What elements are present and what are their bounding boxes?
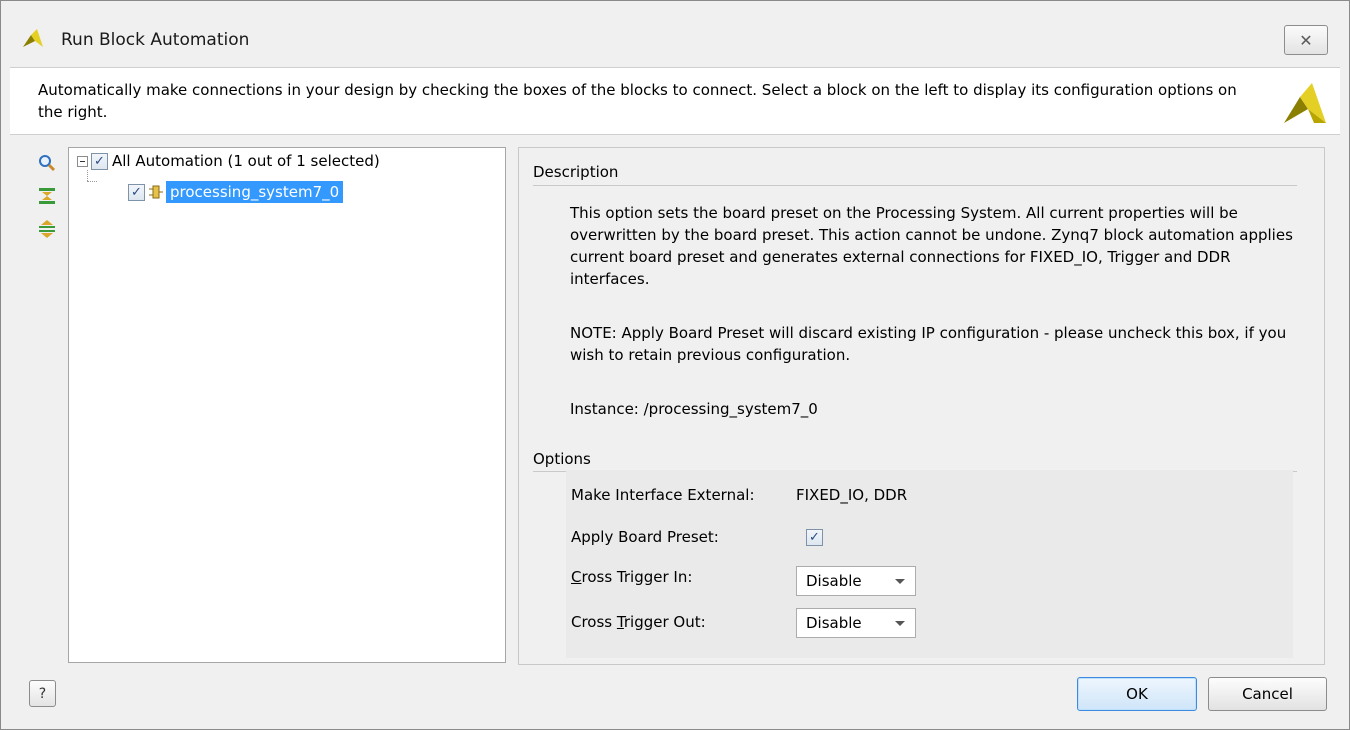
all-automation-checkbox[interactable]: ✓ xyxy=(91,152,108,170)
description-note: NOTE: Apply Board Preset will discard ex… xyxy=(570,324,1287,364)
processing-system-label[interactable]: processing_system7_0 xyxy=(166,181,344,203)
make-external-label: Make Interface External: xyxy=(571,486,755,504)
label-part: ross Trigger In: xyxy=(581,568,693,586)
apply-board-preset-checkbox[interactable]: ✓ xyxy=(806,529,823,546)
help-button[interactable]: ? xyxy=(29,680,56,707)
vivado-banner-logo-icon xyxy=(1284,83,1326,123)
cross-trigger-in-value: Disable xyxy=(806,572,862,590)
checkmark-icon: ✓ xyxy=(809,530,820,545)
cross-trigger-in-label: Cross Trigger In: xyxy=(571,568,692,586)
collapse-toggle-icon[interactable] xyxy=(77,155,88,167)
chevron-down-icon xyxy=(895,579,905,584)
cross-trigger-out-select[interactable]: Disable xyxy=(796,608,916,638)
label-part: Cross xyxy=(571,613,617,631)
apply-preset-label: Apply Board Preset: xyxy=(571,528,719,546)
instruction-banner: Automatically make connections in your d… xyxy=(10,67,1340,135)
divider xyxy=(533,185,1297,186)
title-bar[interactable]: Run Block Automation ✕ xyxy=(1,1,1349,67)
ip-block-icon xyxy=(149,185,163,199)
cancel-label: Cancel xyxy=(1242,685,1293,703)
tree-root-row[interactable]: ✓ All Automation (1 out of 1 selected) xyxy=(77,150,384,172)
collapse-all-icon[interactable] xyxy=(38,187,56,205)
cross-trigger-out-label: Cross Trigger Out: xyxy=(571,613,706,631)
block-tree[interactable]: ✓ All Automation (1 out of 1 selected) ✓… xyxy=(68,147,506,663)
checkmark-icon: ✓ xyxy=(94,153,105,169)
tree-connector xyxy=(87,170,89,181)
make-external-value: FIXED_IO, DDR xyxy=(796,486,908,504)
close-icon: ✕ xyxy=(1299,30,1313,50)
checkmark-icon: ✓ xyxy=(131,184,142,200)
cross-trigger-out-value: Disable xyxy=(806,614,862,632)
ok-button[interactable]: OK xyxy=(1077,677,1197,711)
tree-child-row[interactable]: ✓ processing_system7_0 xyxy=(128,181,344,203)
options-panel: Description This option sets the board p… xyxy=(518,147,1325,665)
processing-system-checkbox[interactable]: ✓ xyxy=(128,183,145,201)
mnemonic: T xyxy=(616,613,624,631)
ok-label: OK xyxy=(1126,685,1148,703)
cancel-button[interactable]: Cancel xyxy=(1208,677,1327,711)
close-button[interactable]: ✕ xyxy=(1284,25,1328,55)
search-icon[interactable] xyxy=(38,154,56,172)
tree-connector xyxy=(87,181,97,183)
mnemonic: C xyxy=(571,568,582,586)
all-automation-label[interactable]: All Automation (1 out of 1 selected) xyxy=(108,150,384,172)
window-title: Run Block Automation xyxy=(61,30,250,50)
options-heading: Options xyxy=(533,450,591,468)
description-text: This option sets the board preset on the… xyxy=(570,204,1293,288)
help-icon: ? xyxy=(38,685,47,702)
instruction-text: Automatically make connections in your d… xyxy=(38,81,1237,121)
vivado-logo-icon xyxy=(23,29,43,47)
instance-text: Instance: /processing_system7_0 xyxy=(570,400,818,418)
label-part: rigger Out: xyxy=(623,613,706,631)
run-block-automation-dialog: Run Block Automation ✕ Automatically mak… xyxy=(0,0,1350,730)
cross-trigger-in-select[interactable]: Disable xyxy=(796,566,916,596)
description-heading: Description xyxy=(533,163,619,181)
chevron-down-icon xyxy=(895,621,905,626)
expand-all-icon[interactable] xyxy=(38,220,56,238)
